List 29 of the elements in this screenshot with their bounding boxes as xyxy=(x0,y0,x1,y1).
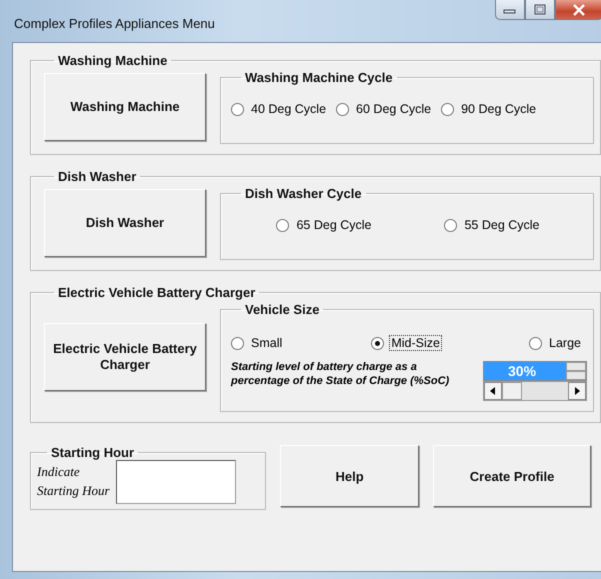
input-field[interactable] xyxy=(116,460,236,504)
group-title: Dish Washer Cycle xyxy=(244,186,363,201)
group-title: Dish Washer xyxy=(57,169,138,184)
appliance-button[interactable]: Washing Machine xyxy=(44,73,206,141)
radio-option[interactable]: 55 Deg Cycle xyxy=(444,217,542,233)
close-button[interactable] xyxy=(555,0,601,20)
scroll-bar[interactable] xyxy=(483,381,587,401)
field-label: Indicate Starting Hour xyxy=(37,463,110,500)
action-button[interactable]: Help xyxy=(280,445,420,507)
radio-option[interactable]: 60 Deg Cycle xyxy=(336,101,434,117)
appliance-button[interactable]: Dish Washer xyxy=(44,189,206,257)
group-title: Starting Hour xyxy=(50,445,136,460)
radio-option[interactable]: Small xyxy=(231,335,284,351)
minimize-button[interactable] xyxy=(495,0,525,20)
group-title: Washing Machine xyxy=(57,53,168,68)
appliance-button[interactable]: Electric Vehicle Battery Charger xyxy=(44,323,206,391)
radio-option[interactable]: 90 Deg Cycle xyxy=(441,101,538,117)
soc-description: Starting level of battery charge as a percentage of the State of Charge (%SoC) xyxy=(231,361,450,388)
radio-option[interactable]: 65 Deg Cycle xyxy=(276,217,374,233)
action-button[interactable]: Create Profile xyxy=(433,445,591,507)
close-icon xyxy=(572,4,586,16)
group-title: Electric Vehicle Battery Charger xyxy=(57,285,256,300)
radio-option[interactable]: Large xyxy=(529,335,583,351)
window-title: Complex Profiles Appliances Menu xyxy=(14,16,215,31)
maximize-button[interactable] xyxy=(525,0,555,20)
group-title: Washing Machine Cycle xyxy=(244,70,394,85)
group-title: Vehicle Size xyxy=(244,302,320,317)
maximize-icon xyxy=(533,4,547,16)
radio-option[interactable]: 40 Deg Cycle xyxy=(231,101,328,117)
